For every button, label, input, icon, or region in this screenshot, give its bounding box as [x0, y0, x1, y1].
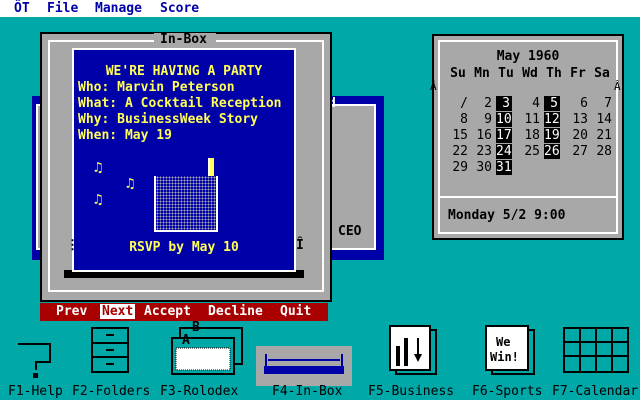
- quit-button[interactable]: Quit: [280, 304, 311, 319]
- business-chart-icon[interactable]: [388, 324, 438, 378]
- calendar-weekday-header: Wd: [522, 66, 538, 81]
- calendar-day[interactable]: 10: [496, 112, 512, 127]
- calendar-day[interactable]: 31: [496, 160, 512, 175]
- menu-manage[interactable]: Manage: [95, 1, 142, 16]
- calendar-weekday-header: Sa: [594, 66, 610, 81]
- calendar-day[interactable]: 7: [592, 96, 612, 111]
- calendar-day[interactable]: 28: [592, 144, 612, 159]
- help-icon[interactable]: [14, 326, 58, 380]
- calendar-day[interactable]: 3: [496, 96, 512, 111]
- in-box-tray-icon[interactable]: [256, 346, 352, 386]
- decline-button[interactable]: Decline: [208, 304, 263, 319]
- sports-icon-text-we: We: [496, 335, 511, 349]
- calendar-weekday-header: Fr: [570, 66, 586, 81]
- invitation-what: What: A Cocktail Reception: [78, 96, 282, 111]
- f7-calendar-key[interactable]: F7-Calendar: [552, 384, 638, 399]
- rolodex-tab-b: B: [192, 320, 200, 335]
- accept-button[interactable]: Accept: [144, 304, 191, 319]
- sports-icon-text-win: Win!: [490, 350, 519, 364]
- menu-file[interactable]: File: [47, 1, 78, 16]
- invitation-heading: WE'RE HAVING A PARTY: [105, 64, 263, 79]
- calendar-day[interactable]: 29: [448, 160, 468, 175]
- calendar-weekday-header: Tu: [498, 66, 514, 81]
- calendar-day[interactable]: 14: [592, 112, 612, 127]
- rolodex-tab-a: A: [182, 333, 190, 348]
- ceo-label[interactable]: CEO: [338, 224, 361, 239]
- inbox-title: In-Box: [160, 32, 207, 47]
- file-cabinet-icon[interactable]: [88, 326, 132, 376]
- calendar-weekday-header: Mn: [474, 66, 490, 81]
- calendar-day[interactable]: 24: [496, 144, 512, 159]
- calendar-day[interactable]: 11: [520, 112, 540, 127]
- invitation-why: Why: BusinessWeek Story: [78, 112, 259, 127]
- music-note-icon: ♫: [126, 176, 135, 192]
- music-note-icon: ♫: [94, 160, 103, 176]
- calendar-day[interactable]: 30: [472, 160, 492, 175]
- menu-bar: ÔT File Manage Score: [0, 0, 640, 17]
- f6-sports-key[interactable]: F6-Sports: [472, 384, 542, 399]
- calendar-day[interactable]: 18: [520, 128, 540, 143]
- calendar-day[interactable]: 4: [520, 96, 540, 111]
- cocktail-glass-icon: [154, 176, 218, 232]
- calendar-day[interactable]: 17: [496, 128, 512, 143]
- f3-rolodex-key[interactable]: F3-Rolodex: [160, 384, 238, 399]
- right-scroll-marker[interactable]: Î: [296, 238, 304, 253]
- calendar-day[interactable]: 22: [448, 144, 468, 159]
- left-scroll-marker: ⋮: [66, 238, 79, 253]
- calendar-divider: [438, 196, 618, 198]
- calendar-day[interactable]: 26: [544, 144, 560, 159]
- calendar-day[interactable]: /: [448, 96, 468, 111]
- calendar-day[interactable]: 25: [520, 144, 540, 159]
- calendar-day[interactable]: 23: [472, 144, 492, 159]
- f4-inbox-key[interactable]: F4-In-Box: [272, 384, 342, 399]
- calendar-weekday-header: Su: [450, 66, 466, 81]
- calendar-day[interactable]: 12: [544, 112, 560, 127]
- invitation-when: When: May 19: [78, 128, 172, 143]
- calendar-day[interactable]: 8: [448, 112, 468, 127]
- invitation-who: Who: Marvin Peterson: [78, 80, 235, 95]
- music-note-icon: ♫: [94, 192, 103, 208]
- calendar-day[interactable]: 5: [544, 96, 560, 111]
- prev-button[interactable]: Prev: [56, 304, 87, 319]
- calendar-current-datetime: Monday 5/2 9:00: [448, 208, 566, 223]
- calendar-month-title: May 1960: [496, 49, 560, 64]
- calendar-tick-marker: Â: [430, 80, 437, 93]
- menu-score[interactable]: Score: [160, 1, 199, 16]
- calendar-day[interactable]: 13: [568, 112, 588, 127]
- calendar-day[interactable]: 20: [568, 128, 588, 143]
- calendar-day[interactable]: 6: [568, 96, 588, 111]
- calendar-day[interactable]: 9: [472, 112, 492, 127]
- calendar-grid-icon[interactable]: [562, 326, 630, 376]
- f5-business-key[interactable]: F5-Business: [368, 384, 454, 399]
- calendar-tick-marker: Â: [614, 80, 621, 93]
- calendar-day[interactable]: 27: [568, 144, 588, 159]
- calendar-weekday-header: Th: [546, 66, 562, 81]
- f2-folders-key[interactable]: F2-Folders: [72, 384, 150, 399]
- calendar-day[interactable]: 19: [544, 128, 560, 143]
- app-logo[interactable]: ÔT: [14, 1, 30, 16]
- calendar-day[interactable]: 21: [592, 128, 612, 143]
- calendar-day[interactable]: 15: [448, 128, 468, 143]
- calendar-day[interactable]: 2: [472, 96, 492, 111]
- rsvp-line: RSVP by May 10: [129, 240, 239, 255]
- next-button[interactable]: Next: [100, 304, 136, 319]
- f1-help-key[interactable]: F1-Help: [8, 384, 63, 399]
- calendar-day[interactable]: 16: [472, 128, 492, 143]
